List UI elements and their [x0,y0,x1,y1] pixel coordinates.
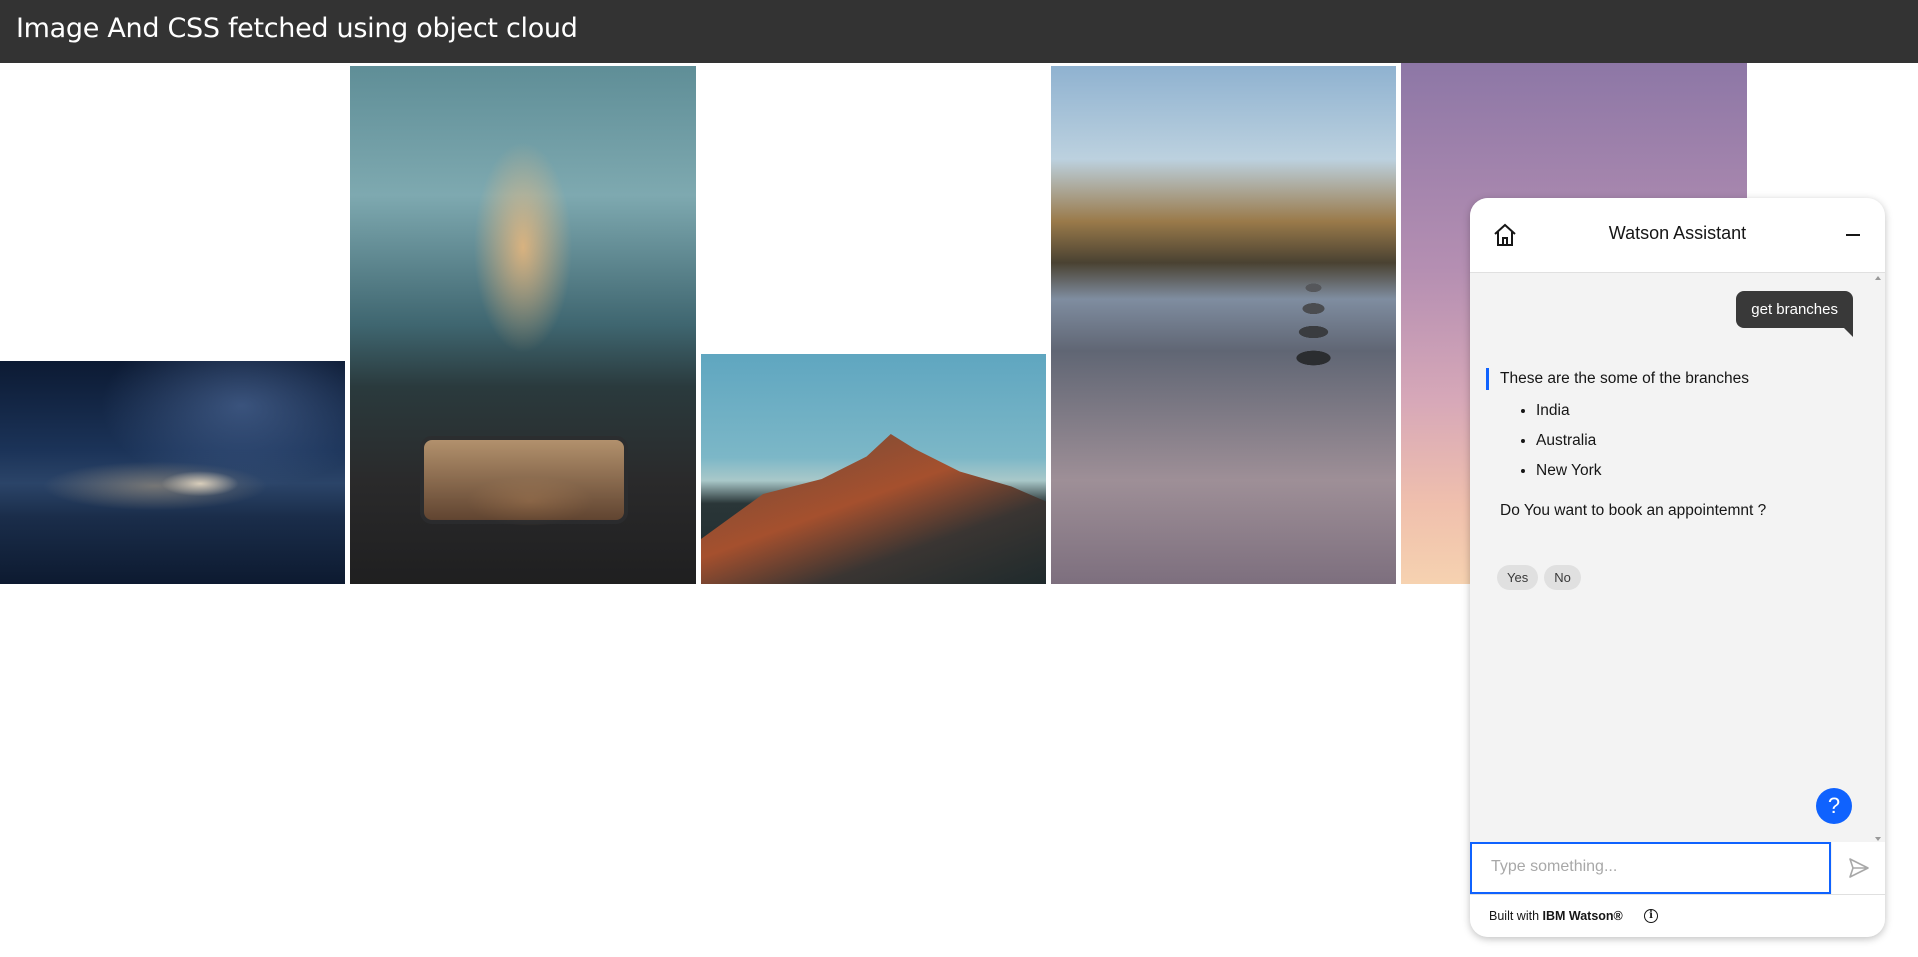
footer-text: Built with IBM Watson® [1489,909,1623,923]
scroll-up-icon[interactable] [1875,276,1881,280]
message-input-container [1470,842,1831,894]
page-title: Image And CSS fetched using object cloud [16,13,578,44]
branch-item: India [1536,396,1866,426]
bot-intro: These are the some of the branches [1486,368,1866,390]
branch-list: India Australia New York [1486,396,1866,486]
message-input[interactable] [1489,844,1823,890]
chat-footer: Built with IBM Watson® i [1470,894,1885,937]
gallery-image-bokeh-tree [350,66,696,584]
watson-assistant-widget: Watson Assistant get branches These are … [1470,198,1885,937]
send-button[interactable] [1832,842,1885,894]
user-message: get branches [1736,291,1853,337]
branch-item: Australia [1536,426,1866,456]
minimize-icon[interactable] [1840,222,1866,248]
mountain-shape [701,434,1046,584]
footer-prefix: Built with [1489,909,1543,923]
chat-header: Watson Assistant [1470,198,1885,273]
option-buttons: Yes No [1497,565,1587,590]
bot-message: These are the some of the branches India… [1486,368,1866,520]
info-icon[interactable]: i [1644,909,1658,923]
branch-item: New York [1536,456,1866,486]
send-icon [1849,858,1869,878]
gallery-image-mountain [701,354,1046,584]
gallery-image-night-sky [0,361,345,584]
scroll-down-icon[interactable] [1875,837,1881,841]
stone-cairn [1286,241,1341,371]
yes-button[interactable]: Yes [1497,565,1539,590]
footer-brand: IBM Watson® [1542,909,1623,923]
no-button[interactable]: No [1544,565,1581,590]
page-header: Image And CSS fetched using object cloud [0,0,1918,63]
bot-question: Do You want to book an appointemnt ? [1500,502,1767,519]
help-button[interactable]: ? [1816,788,1852,824]
glowing-box [420,436,628,524]
gallery-image-cairn-lake [1051,66,1396,584]
chat-scrollbar[interactable] [1873,276,1883,841]
chat-title: Watson Assistant [1608,223,1747,243]
